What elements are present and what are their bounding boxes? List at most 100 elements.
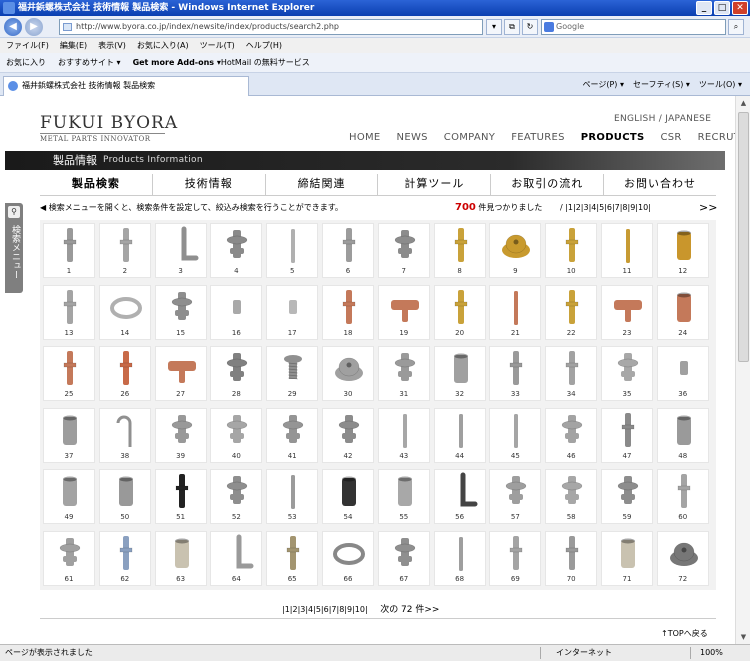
product-image[interactable]: [441, 472, 481, 512]
product-image[interactable]: [496, 472, 536, 512]
product-cell[interactable]: 48: [656, 407, 709, 463]
favorites-item[interactable]: HotMail の無料サービス: [221, 58, 310, 67]
product-image[interactable]: [608, 226, 648, 266]
product-cell[interactable]: 24: [656, 284, 709, 340]
product-image[interactable]: [162, 226, 202, 266]
product-image[interactable]: [608, 349, 648, 389]
product-cell[interactable]: 59: [600, 469, 653, 525]
compat-view-icon[interactable]: ⧉: [504, 19, 520, 35]
product-image[interactable]: [664, 226, 704, 266]
product-cell[interactable]: 72: [656, 530, 709, 586]
product-image[interactable]: [217, 411, 257, 451]
product-image[interactable]: [106, 288, 146, 328]
product-image[interactable]: [273, 288, 313, 328]
product-image[interactable]: [496, 226, 536, 266]
product-image[interactable]: [329, 349, 369, 389]
product-cell[interactable]: 14: [98, 284, 151, 340]
nav-news[interactable]: NEWS: [397, 132, 428, 143]
product-cell[interactable]: 6: [321, 223, 374, 278]
product-cell[interactable]: 8: [433, 223, 486, 278]
product-image[interactable]: [50, 349, 90, 389]
menu-item[interactable]: ツール(T): [200, 41, 235, 50]
product-cell[interactable]: 15: [154, 284, 207, 340]
product-cell[interactable]: 36: [656, 346, 709, 402]
product-cell[interactable]: 71: [600, 530, 653, 586]
product-image[interactable]: [217, 226, 257, 266]
product-cell[interactable]: 67: [377, 530, 430, 586]
favorites-item[interactable]: Get more Add-ons ▾: [133, 58, 221, 67]
product-cell[interactable]: 51: [154, 469, 207, 525]
product-image[interactable]: [217, 534, 257, 574]
favorites-item[interactable]: お気に入り: [6, 58, 46, 67]
product-image[interactable]: [496, 534, 536, 574]
product-image[interactable]: [552, 534, 592, 574]
product-image[interactable]: [273, 472, 313, 512]
product-image[interactable]: [217, 349, 257, 389]
product-image[interactable]: [162, 411, 202, 451]
product-cell[interactable]: 19: [377, 284, 430, 340]
product-image[interactable]: [162, 288, 202, 328]
product-cell[interactable]: 23: [600, 284, 653, 340]
product-image[interactable]: [552, 411, 592, 451]
product-image[interactable]: [385, 226, 425, 266]
product-image[interactable]: [329, 226, 369, 266]
scroll-thumb[interactable]: [738, 112, 749, 362]
search-menu-tab[interactable]: ⚲ 検索メニュー: [5, 203, 23, 293]
product-image[interactable]: [496, 288, 536, 328]
back-to-top-link[interactable]: ↑TOPへ戻る: [661, 628, 708, 639]
product-cell[interactable]: 37: [43, 407, 95, 463]
product-image[interactable]: [664, 411, 704, 451]
product-cell[interactable]: 40: [210, 407, 263, 463]
scroll-up-icon[interactable]: ▲: [736, 96, 750, 110]
product-image[interactable]: [664, 349, 704, 389]
product-cell[interactable]: 12: [656, 223, 709, 278]
nav-features[interactable]: FEATURES: [511, 132, 565, 143]
product-image[interactable]: [496, 349, 536, 389]
nav-recruting[interactable]: RECRUTING: [698, 132, 735, 143]
product-image[interactable]: [608, 534, 648, 574]
subtab[interactable]: 製品検索: [40, 174, 152, 195]
forward-icon[interactable]: ▶: [25, 18, 43, 36]
product-cell[interactable]: 17: [266, 284, 319, 340]
product-image[interactable]: [552, 472, 592, 512]
product-cell[interactable]: 3: [154, 223, 207, 278]
product-cell[interactable]: 65: [266, 530, 319, 586]
search-icon[interactable]: ⌕: [728, 19, 744, 35]
page-links[interactable]: |1|2|3|4|5|6|7|8|9|10|: [282, 605, 368, 614]
product-image[interactable]: [50, 226, 90, 266]
product-cell[interactable]: 27: [154, 346, 207, 402]
scroll-down-icon[interactable]: ▼: [736, 630, 750, 644]
nav-home[interactable]: HOME: [349, 132, 381, 143]
product-cell[interactable]: 42: [321, 407, 374, 463]
product-image[interactable]: [329, 472, 369, 512]
product-image[interactable]: [106, 472, 146, 512]
product-cell[interactable]: 55: [377, 469, 430, 525]
product-cell[interactable]: 63: [154, 530, 207, 586]
product-cell[interactable]: 7: [377, 223, 430, 278]
product-cell[interactable]: 64: [210, 530, 263, 586]
product-cell[interactable]: 68: [433, 530, 486, 586]
product-image[interactable]: [162, 534, 202, 574]
product-image[interactable]: [273, 349, 313, 389]
product-image[interactable]: [50, 411, 90, 451]
maximize-button[interactable]: □: [714, 1, 730, 15]
product-image[interactable]: [162, 472, 202, 512]
product-cell[interactable]: 30: [321, 346, 374, 402]
product-cell[interactable]: 50: [98, 469, 151, 525]
product-cell[interactable]: 25: [43, 346, 95, 402]
product-cell[interactable]: 47: [600, 407, 653, 463]
nav-products[interactable]: PRODUCTS: [581, 132, 645, 143]
product-cell[interactable]: 57: [489, 469, 542, 525]
subtab[interactable]: 技術情報: [151, 174, 265, 195]
product-image[interactable]: [496, 411, 536, 451]
product-cell[interactable]: 2: [98, 223, 151, 278]
product-cell[interactable]: 41: [266, 407, 319, 463]
close-button[interactable]: ✕: [732, 1, 748, 15]
menu-item[interactable]: 編集(E): [60, 41, 87, 50]
product-cell[interactable]: 62: [98, 530, 151, 586]
product-image[interactable]: [329, 411, 369, 451]
product-image[interactable]: [385, 288, 425, 328]
browser-tab[interactable]: 福井鋲螺株式会社 技術情報 製品検索: [3, 76, 249, 96]
product-cell[interactable]: 61: [43, 530, 95, 586]
product-image[interactable]: [50, 472, 90, 512]
